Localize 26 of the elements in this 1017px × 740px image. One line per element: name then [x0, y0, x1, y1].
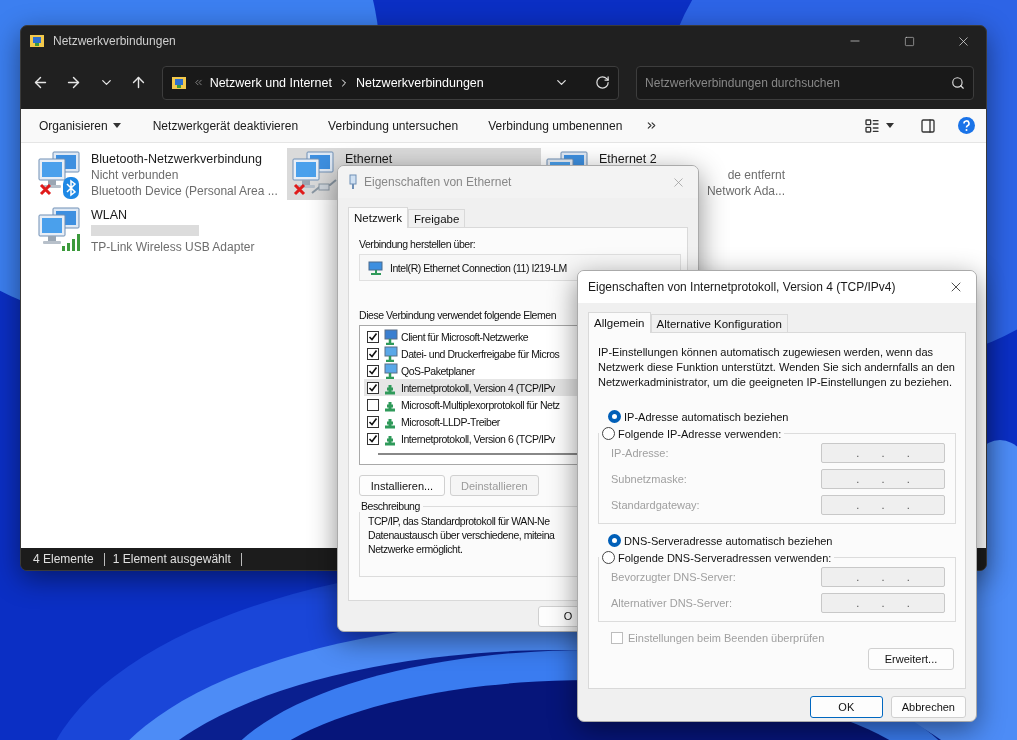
connection-detail: de entfernt	[727, 167, 785, 183]
adapter-name: Intel(R) Ethernet Connection (11) I219-LM	[390, 261, 567, 274]
field-label: Verbindung herstellen über:	[359, 238, 477, 250]
dialog-title: Eigenschaften von Ethernet	[364, 175, 512, 189]
field-label: IP-Adresse:	[611, 447, 669, 459]
connection-detail: TP-Link Wireless USB Adapter	[91, 239, 255, 255]
field-label: Bevorzugter DNS-Server:	[611, 571, 736, 583]
connection-detail: Network Ada...	[706, 183, 785, 199]
connection-detail: Nicht verbunden	[91, 167, 179, 183]
description-text: TCP/IP, das Standardprotokoll für WAN-Ne	[368, 514, 550, 528]
field-label: Subnetzmaske:	[611, 473, 687, 485]
field-label: Diese Verbindung verwendet folgende Elemen	[359, 309, 558, 321]
connection-name: Ethernet	[345, 151, 393, 167]
field-label: Alternativer DNS-Server:	[611, 597, 733, 609]
description-text: Netzwerke ermöglicht.	[368, 542, 463, 556]
window-title: Netzwerkverbindungen	[53, 34, 176, 48]
group-title: Beschreibung	[360, 500, 421, 512]
connection-name: Ethernet 2	[599, 151, 658, 167]
status-text: 1 Element ausgewählt	[112, 552, 242, 566]
description-text: Datenaustausch über verschiedene, miteina	[368, 528, 555, 542]
field-label: Standardgateway:	[611, 499, 700, 511]
connection-name: Bluetooth-Netzwerkverbindung	[91, 151, 263, 167]
connection-name: WLAN	[91, 207, 129, 223]
status-text: 4 Elemente	[33, 552, 105, 566]
connection-detail: Bluetooth Device (Personal Area ...	[91, 183, 278, 199]
dialog-title: Eigenschaften von Internetprotokoll, Version 4 (TCP/IPv4)	[588, 280, 896, 294]
